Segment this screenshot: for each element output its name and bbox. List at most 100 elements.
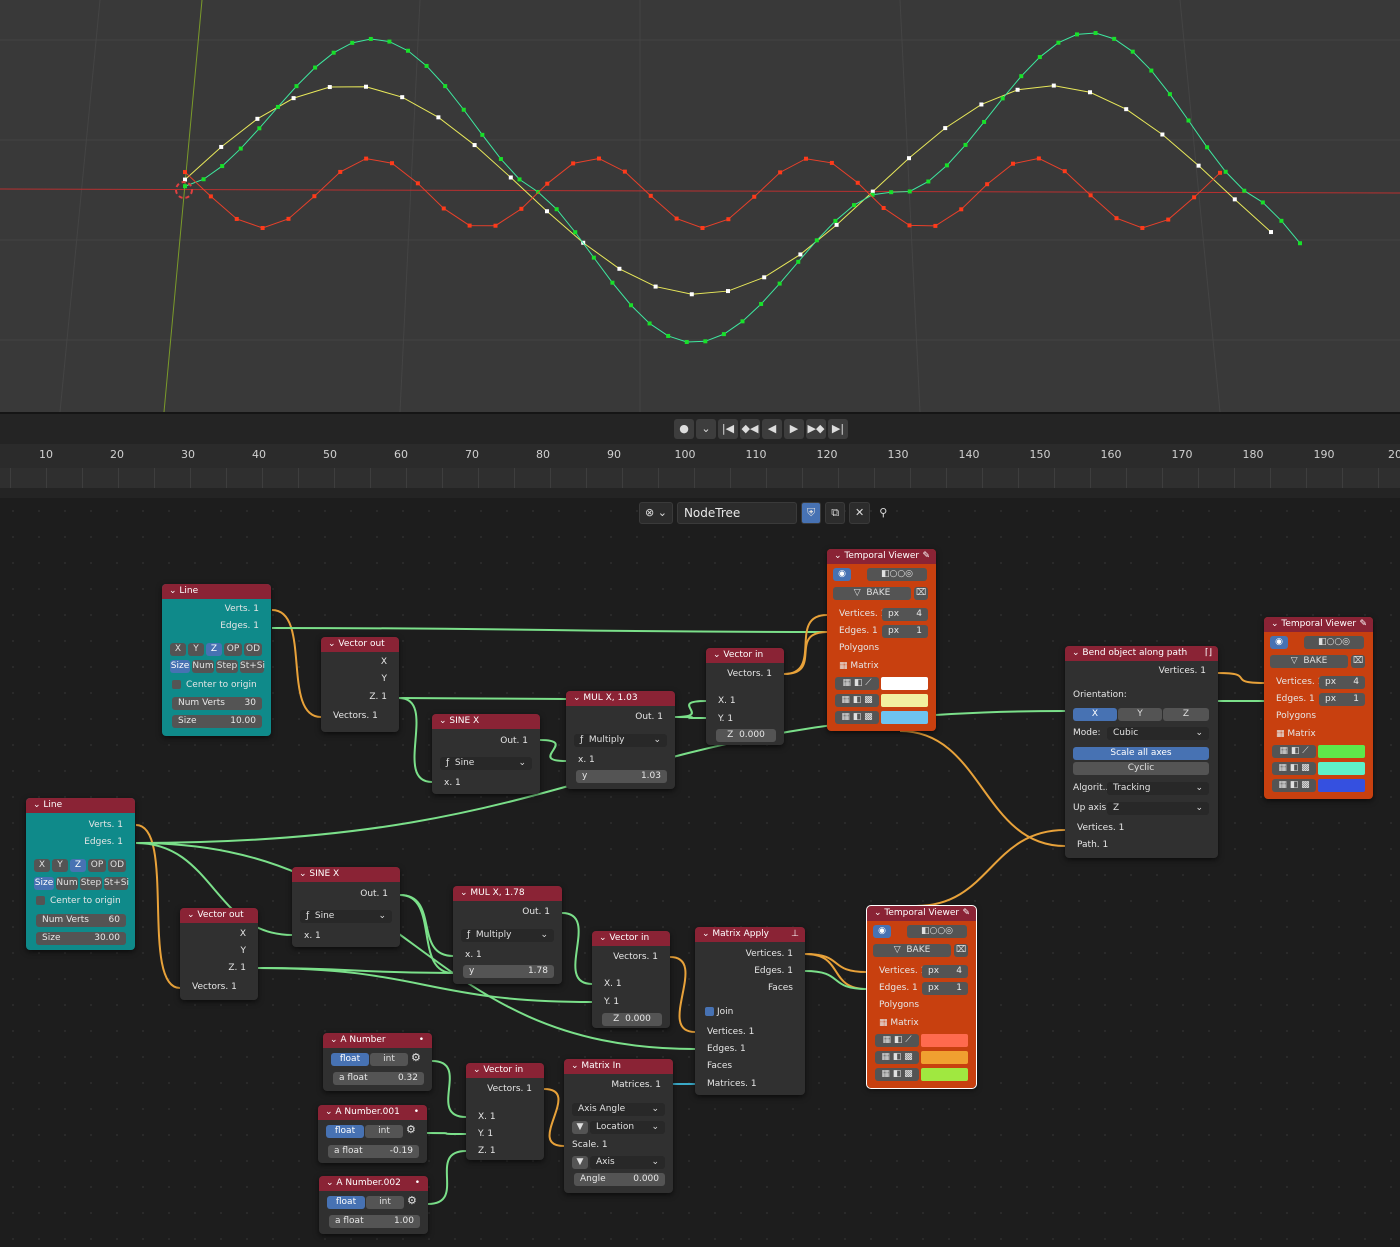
node-link[interactable] <box>271 609 322 718</box>
node-link[interactable] <box>426 1132 467 1135</box>
vertex-color-icons[interactable]: ▦ ◧ ⟋ <box>1272 745 1316 758</box>
node-title[interactable]: ⌄ Vector out <box>321 637 399 652</box>
orient-x-button[interactable]: X <box>1073 708 1117 721</box>
mode-op-button[interactable]: OP <box>88 859 106 872</box>
bend-along-path-node[interactable]: ⌄ Bend object along path ⌈⌋ Vertices. 1 O… <box>1065 646 1218 858</box>
edge-color-swatch[interactable] <box>1318 762 1365 775</box>
z-field[interactable]: Z 0.000 <box>602 1013 662 1026</box>
scale-all-axes-toggle[interactable]: Scale all axes <box>1073 747 1209 760</box>
int-button[interactable]: int <box>370 1053 408 1066</box>
target-icon[interactable]: ⌧ <box>1351 655 1365 668</box>
record-dropdown-icon[interactable]: ⌄ <box>696 419 716 439</box>
node-link[interactable] <box>561 912 593 985</box>
line-node-1[interactable]: ⌄ Line Verts. 1 Edges. 1 X Y Z OP OD Siz… <box>162 584 271 736</box>
eye-icon[interactable]: ◉ <box>873 925 891 938</box>
edge-color-icons[interactable]: ▦ ◧ ▩ <box>875 1051 919 1064</box>
node-link[interactable] <box>804 953 868 973</box>
location-expand-icon[interactable]: ▼ <box>572 1121 588 1134</box>
node-link[interactable] <box>399 894 454 974</box>
mul-node-2[interactable]: ⌄ MUL X, 1.78 Out. 1 ƒ Multiply ⌄ x. 1 y1… <box>453 886 562 984</box>
eye-icon[interactable]: ◉ <box>833 568 851 581</box>
mode-z-button[interactable]: Z <box>206 643 222 656</box>
vertex-color-icons[interactable]: ▦ ◧ ⟋ <box>875 1034 919 1047</box>
temporal-viewer-node-1[interactable]: ⌄ Temporal Viewer ✎ ◉ ◧○○◎ ▽ BAKE ⌧ Verti… <box>827 549 936 731</box>
node-title[interactable]: ⌄ A Number.001 • <box>318 1105 427 1120</box>
size-field[interactable]: Size 30.00 <box>36 932 126 945</box>
target-icon[interactable]: ⌧ <box>914 587 928 600</box>
pencil-icon[interactable]: ✎ <box>1359 617 1367 632</box>
vector-out-node-2[interactable]: ⌄ Vector out X Y Z. 1 Vectors. 1 <box>180 908 258 1000</box>
node-title[interactable]: ⌄ SINE X <box>432 714 540 729</box>
z-field[interactable]: Z 0.000 <box>716 729 776 742</box>
node-title[interactable]: ⌄ Matrix In <box>564 1059 673 1074</box>
node-link[interactable] <box>539 739 567 762</box>
vertex-size-field[interactable]: px 4 <box>1319 676 1365 689</box>
node-title[interactable]: ⌄ Line <box>162 584 271 599</box>
node-title[interactable]: ⌄ Vector in <box>592 931 670 946</box>
node-link[interactable] <box>1217 672 1265 684</box>
kind-stsi-button[interactable]: St+Si <box>104 877 129 890</box>
next-keyframe-icon[interactable]: ▶◆ <box>806 419 826 439</box>
mode-y-button[interactable]: Y <box>188 643 204 656</box>
float-value-field[interactable]: a float 0.32 <box>333 1072 424 1085</box>
display-mode-icons[interactable]: ◧○○◎ <box>907 925 967 938</box>
kind-step-button[interactable]: Step <box>80 877 102 890</box>
matrix-apply-node[interactable]: ⌄ Matrix Apply ⊥ Vertices. 1 Edges. 1 Fac… <box>695 927 805 1095</box>
mode-y-button[interactable]: Y <box>52 859 68 872</box>
function-dropdown[interactable]: ƒ Multiply ⌄ <box>574 734 667 747</box>
sine-node-1[interactable]: ⌄ SINE X Out. 1 ƒ Sine ⌄ x. 1 <box>432 714 540 794</box>
number-node-1[interactable]: ⌄ A Number • float int ⚙ a float 0.32 <box>323 1033 432 1091</box>
y-field[interactable]: y 1.78 <box>463 965 554 978</box>
record-icon[interactable]: ● <box>674 419 694 439</box>
node-title[interactable]: ⌄ Temporal Viewer ✎ <box>1264 617 1373 632</box>
node-title[interactable]: ⌄ Matrix Apply ⊥ <box>695 927 805 942</box>
node-title[interactable]: ⌄ Vector in <box>706 648 784 663</box>
jump-end-icon[interactable]: ▶| <box>828 419 848 439</box>
kind-step-button[interactable]: Step <box>216 660 238 673</box>
num-verts-field[interactable]: Num Verts 30 <box>172 697 262 710</box>
frame-ruler[interactable]: 10 20 30 40 50 60 70 80 90 100 110 120 130 140 150 160 1… <box>0 444 1400 468</box>
node-title[interactable]: ⌄ Temporal Viewer ✎ <box>867 906 976 921</box>
eye-icon[interactable]: ◉ <box>1270 636 1288 649</box>
float-button[interactable]: float <box>331 1053 369 1066</box>
play-reverse-icon[interactable]: ◀ <box>762 419 782 439</box>
node-title[interactable]: ⌄ Temporal Viewer ✎ <box>827 549 936 564</box>
mode-op-button[interactable]: OP <box>224 643 242 656</box>
mode-od-button[interactable]: OD <box>108 859 126 872</box>
function-dropdown[interactable]: ƒ Multiply ⌄ <box>461 929 554 942</box>
float-button[interactable]: float <box>327 1196 365 1209</box>
sine-node-2[interactable]: ⌄ SINE X Out. 1 ƒ Sine ⌄ x. 1 <box>292 867 400 947</box>
edge-size-field[interactable]: px 1 <box>922 982 968 995</box>
pencil-icon[interactable]: ✎ <box>962 906 970 921</box>
vertex-color-icons[interactable]: ▦ ◧ ⟋ <box>835 677 879 690</box>
node-link[interactable] <box>669 956 696 1033</box>
kind-stsi-button[interactable]: St+Si <box>240 660 265 673</box>
copy-icon[interactable]: ⧉ <box>825 502 846 524</box>
angle-field[interactable]: Angle 0.000 <box>574 1173 665 1186</box>
display-mode-icons[interactable]: ◧○○◎ <box>867 568 927 581</box>
face-color-swatch[interactable] <box>921 1068 968 1081</box>
jump-start-icon[interactable]: |◀ <box>718 419 738 439</box>
prev-keyframe-icon[interactable]: ◆◀ <box>740 419 760 439</box>
frame-track[interactable] <box>0 468 1400 488</box>
bake-button[interactable]: ▽ BAKE <box>833 587 911 600</box>
face-color-icons[interactable]: ▦ ◧ ▩ <box>835 711 879 724</box>
node-link[interactable] <box>674 700 707 718</box>
vector-in-node-2[interactable]: ⌄ Vector in Vectors. 1 X. 1 Y. 1 Z 0.000 <box>592 931 670 1028</box>
timeline-editor[interactable]: ● ⌄ |◀ ◆◀ ◀ ▶ ▶◆ ▶| 10 20 30 40 50 60 70 80 90 10… <box>0 412 1400 500</box>
close-icon[interactable]: ✕ <box>849 502 871 524</box>
shield-icon[interactable]: ⛨ <box>800 502 822 524</box>
matrix-in-node[interactable]: ⌄ Matrix In Matrices. 1 Axis Angle ⌄ ▼ Lo… <box>564 1059 673 1193</box>
face-color-icons[interactable]: ▦ ◧ ▩ <box>1272 779 1316 792</box>
node-title[interactable]: ⌄ Line <box>26 798 135 813</box>
face-color-icons[interactable]: ▦ ◧ ▩ <box>875 1068 919 1081</box>
node-link[interactable] <box>915 829 1066 907</box>
gear-icon[interactable]: ⚙ <box>407 1194 417 1207</box>
gear-icon[interactable]: ⚙ <box>411 1051 421 1064</box>
face-color-swatch[interactable] <box>1318 779 1365 792</box>
node-link[interactable] <box>398 697 433 783</box>
node-link[interactable] <box>783 614 828 675</box>
node-title[interactable]: ⌄ Vector in <box>466 1063 544 1078</box>
int-button[interactable]: int <box>365 1125 403 1138</box>
target-icon[interactable]: ⌧ <box>954 944 968 957</box>
